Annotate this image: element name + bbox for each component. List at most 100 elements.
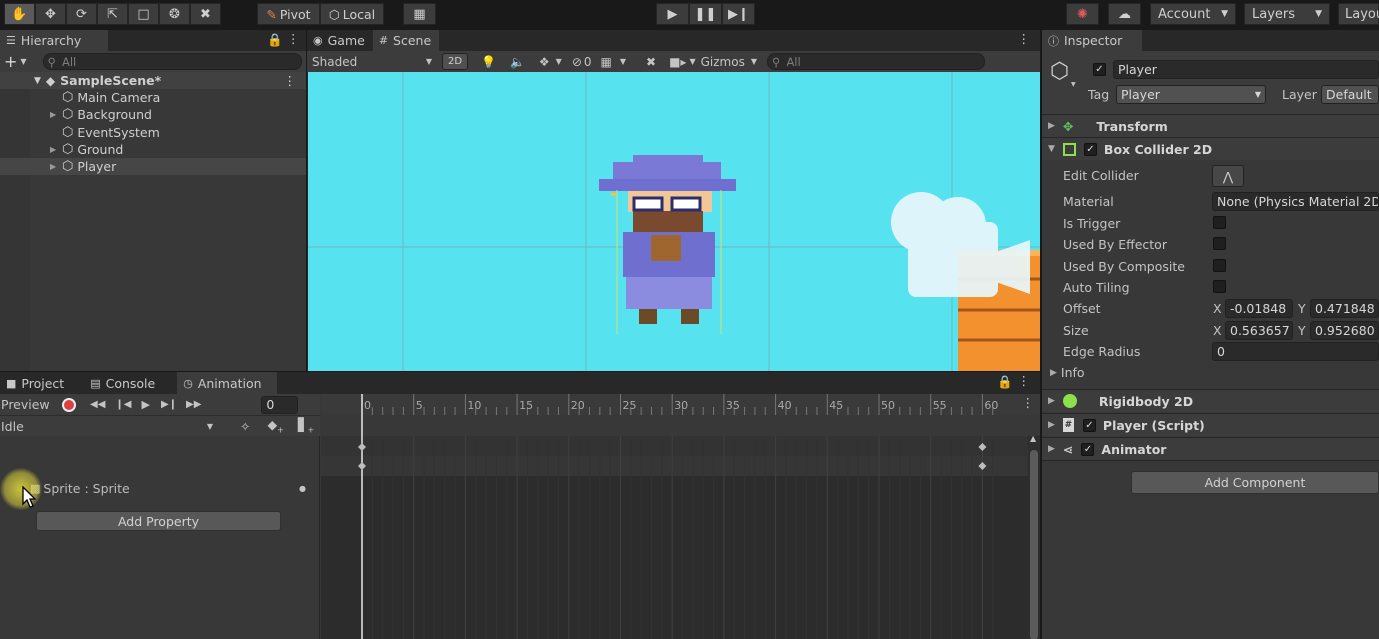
scale-tool-icon[interactable]: ⇱: [97, 3, 128, 25]
prev-keyframe-icon[interactable]: ❙◀: [115, 399, 131, 410]
material-field[interactable]: None (Physics Material 2D): [1212, 192, 1379, 211]
transform-tool-icon[interactable]: ❂: [159, 3, 190, 25]
play-icon[interactable]: ▶: [141, 398, 149, 411]
more-icon[interactable]: ⋮: [287, 31, 300, 46]
animator-enabled-checkbox[interactable]: ✓: [1081, 442, 1095, 456]
chevron-down-icon[interactable]: ▼: [620, 57, 626, 66]
expand-arrow-icon[interactable]: ▶: [50, 162, 59, 171]
hand-tool-icon[interactable]: ✋: [4, 3, 35, 25]
hierarchy-item[interactable]: ▶ ⬡ Ground: [0, 141, 306, 158]
tab-game[interactable]: ◉ Game: [307, 30, 373, 51]
edit-collider-button[interactable]: ⋀: [1212, 165, 1244, 187]
first-keyframe-icon[interactable]: ◀◀: [90, 399, 105, 410]
transform-component-header[interactable]: ▶ ✥ Transform: [1042, 114, 1379, 137]
property-row[interactable]: ▩ Sprite : Sprite ●: [0, 478, 320, 498]
layout-dropdown[interactable]: Layou: [1338, 3, 1379, 25]
lock-icon[interactable]: 🔒: [267, 32, 283, 48]
tab-scene[interactable]: # Scene: [372, 30, 440, 51]
effects-icon[interactable]: ❖: [539, 55, 550, 69]
object-name-input[interactable]: Player: [1113, 60, 1379, 79]
auto-tiling-checkbox[interactable]: [1213, 280, 1226, 293]
hierarchy-item[interactable]: ▶ ⬡ Background: [0, 106, 306, 123]
info-foldout[interactable]: ▶ Info: [1050, 365, 1085, 380]
layer-dropdown[interactable]: Default: [1321, 85, 1379, 104]
layers-dropdown[interactable]: Layers ▼: [1244, 3, 1330, 25]
2d-toggle[interactable]: 2D: [442, 53, 468, 70]
offset-y-field[interactable]: 0.471848: [1310, 299, 1379, 318]
clip-dropdown[interactable]: Idle ▼: [0, 416, 216, 437]
more-icon[interactable]: ⋮: [1018, 31, 1031, 46]
tag-dropdown[interactable]: Player ▼: [1116, 85, 1266, 104]
preview-toggle[interactable]: Preview: [0, 394, 56, 415]
step-button[interactable]: ▶❙: [722, 3, 755, 25]
chevron-down-icon[interactable]: ▼: [689, 57, 695, 66]
player-script-enabled-checkbox[interactable]: ✓: [1082, 418, 1096, 432]
scene-viewport[interactable]: [308, 72, 1040, 371]
account-dropdown[interactable]: Account ▼: [1150, 3, 1236, 25]
box-collider-header[interactable]: ▼ ✓ Box Collider 2D: [1042, 137, 1379, 160]
timeline-scrollbar[interactable]: ▲: [1028, 434, 1040, 639]
animator-header[interactable]: ▶ ⋖ ✓ Animator: [1042, 437, 1379, 460]
tab-hierarchy[interactable]: ☰ Hierarchy: [0, 30, 108, 51]
timeline-more-icon[interactable]: ⋮: [1022, 395, 1035, 410]
rotate-tool-icon[interactable]: ⟳: [66, 3, 97, 25]
scroll-thumb[interactable]: [1030, 450, 1038, 639]
property-keyframe-icon[interactable]: ●: [299, 484, 306, 493]
is-trigger-checkbox[interactable]: [1213, 216, 1226, 229]
expand-arrow-icon[interactable]: ▼: [34, 76, 41, 86]
tab-animation[interactable]: ◷ Animation: [177, 372, 278, 394]
grid-toggle-icon[interactable]: ▦: [601, 55, 612, 69]
chevron-down-icon[interactable]: ▼: [556, 57, 562, 66]
collab-icon[interactable]: ✺: [1066, 3, 1099, 25]
add-component-button[interactable]: Add Component: [1131, 471, 1379, 494]
hierarchy-item[interactable]: ⬡ EventSystem: [0, 124, 306, 141]
local-button[interactable]: ⬡ Local: [320, 3, 384, 25]
rigidbody-header[interactable]: ▶ Rigidbody 2D: [1042, 389, 1379, 412]
next-keyframe-icon[interactable]: ▶❙: [161, 399, 177, 410]
add-event-icon[interactable]: ▋+: [298, 417, 314, 435]
expand-arrow-icon[interactable]: ▶: [50, 110, 59, 119]
more-icon[interactable]: ⋮: [1018, 373, 1031, 388]
scroll-up-icon[interactable]: ▲: [1030, 434, 1036, 443]
timeline[interactable]: 0 5 10 15 20 25 30 35 40 45 50 55 60 ⋮ ▲: [321, 394, 1040, 639]
shading-dropdown[interactable]: Shaded ▼: [307, 51, 437, 72]
cloud-icon[interactable]: ☁: [1108, 3, 1141, 25]
box-collider-enabled-checkbox[interactable]: ✓: [1083, 142, 1097, 156]
lock-icon[interactable]: 🔒: [997, 374, 1013, 390]
offset-x-field[interactable]: -0.01848: [1225, 299, 1293, 318]
scene-search-input[interactable]: ⚲ All: [767, 53, 985, 70]
move-tool-icon[interactable]: ✥: [35, 3, 66, 25]
used-by-composite-checkbox[interactable]: [1213, 259, 1226, 272]
tab-project[interactable]: ■ Project: [0, 372, 72, 394]
size-x-field[interactable]: 0.563657: [1225, 321, 1293, 340]
hierarchy-item[interactable]: ▶ ⬡ Player: [0, 158, 306, 176]
hierarchy-search-input[interactable]: ⚲ All: [42, 53, 302, 70]
visibility-icon[interactable]: ⊘: [572, 55, 582, 69]
chevron-down-icon[interactable]: ▼: [20, 57, 26, 66]
add-property-button[interactable]: Add Property: [36, 511, 281, 531]
gizmos-dropdown[interactable]: Gizmos ▼: [701, 55, 757, 69]
record-button[interactable]: [62, 397, 76, 412]
tools-icon[interactable]: ✖: [646, 55, 656, 69]
grid-snap-button[interactable]: ▦: [403, 3, 436, 25]
size-y-field[interactable]: 0.952680: [1310, 321, 1379, 340]
expand-arrow-icon[interactable]: ▶: [50, 145, 59, 154]
camera-icon[interactable]: ■▸: [669, 55, 686, 69]
tab-inspector[interactable]: ⓘ Inspector: [1042, 30, 1142, 51]
pivot-button[interactable]: ✎ Pivot: [257, 3, 320, 25]
used-by-effector-checkbox[interactable]: [1213, 237, 1226, 250]
keyframe-filter-icon[interactable]: ✧: [240, 419, 250, 434]
custom-tool-icon[interactable]: ✖: [190, 3, 221, 25]
frame-input[interactable]: 0: [261, 395, 299, 414]
last-keyframe-icon[interactable]: ▶▶: [186, 399, 201, 410]
audio-icon[interactable]: 🔈: [510, 55, 525, 69]
play-button[interactable]: ▶: [656, 3, 689, 25]
edge-radius-field[interactable]: 0: [1212, 342, 1379, 361]
add-icon[interactable]: +: [4, 52, 17, 71]
player-script-header[interactable]: ▶ # ✓ Player (Script): [1042, 413, 1379, 436]
add-keyframe-icon[interactable]: ◆+: [267, 417, 283, 435]
pause-button[interactable]: ❚❚: [689, 3, 722, 25]
scene-root[interactable]: ▼ ◆ SampleScene* ⋮: [0, 72, 306, 89]
tab-console[interactable]: ▤ Console: [84, 372, 163, 394]
rect-tool-icon[interactable]: □: [128, 3, 159, 25]
